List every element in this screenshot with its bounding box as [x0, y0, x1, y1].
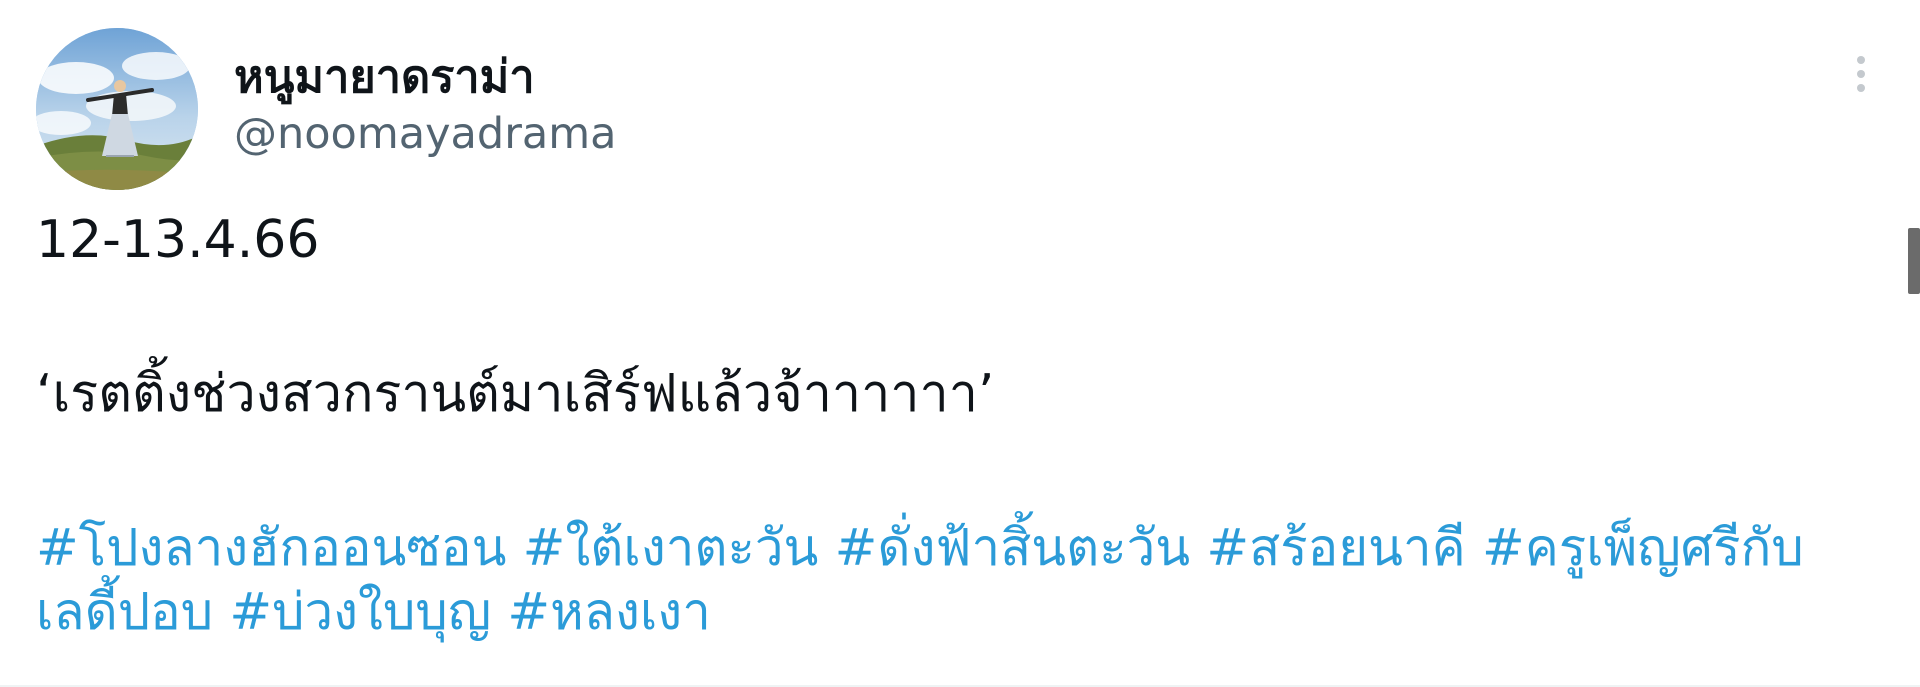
- avatar-image: [36, 28, 198, 190]
- author-handle[interactable]: @noomayadrama: [234, 106, 616, 162]
- hashtag-link[interactable]: #สร้อยนาคี: [1206, 519, 1465, 578]
- hashtag-link[interactable]: #บ่วงใบบุญ: [229, 583, 491, 642]
- hashtag-link[interactable]: #ใต้เงาตะวัน: [523, 519, 819, 578]
- tweet-text: 12-13.4.66 ‘เรตติ้งช่วงสวกรานต์มาเสิร์ฟแ…: [36, 208, 1886, 645]
- avatar[interactable]: [36, 28, 198, 190]
- hashtag-link-wrapped-end[interactable]: เลดี้ปอบ: [36, 583, 213, 642]
- tweet-headline: ‘เรตติ้งช่วงสวกรานต์มาเสิร์ฟแล้วจ้าาาาาา…: [36, 364, 995, 424]
- hashtag-list: #โปงลางฮักออนซอน #ใต้เงาตะวัน #ดั่งฟ้าสิ…: [36, 517, 1886, 645]
- scrollbar-thumb[interactable]: [1908, 228, 1920, 294]
- hashtag-link[interactable]: #โปงลางฮักออนซอน: [36, 519, 506, 578]
- more-vertical-icon: [1857, 56, 1865, 92]
- more-options-button[interactable]: [1844, 52, 1878, 100]
- hashtag-link[interactable]: #หลงเงา: [507, 583, 710, 642]
- hashtag-link[interactable]: #ดั่งฟ้าสิ้นตะวัน: [835, 519, 1191, 578]
- hashtag-line-1: #โปงลางฮักออนซอน #ใต้เงาตะวัน #ดั่งฟ้าสิ…: [36, 517, 1886, 581]
- hashtag-link-wrapped-start[interactable]: #ครูเพ็ญศรีกับ: [1482, 519, 1804, 578]
- hashtag-line-2: เลดี้ปอบ #บ่วงใบบุญ #หลงเงา: [36, 581, 1886, 645]
- tweet: หนูมายาดราม่า @noomayadrama 12-13.4.66 ‘…: [0, 0, 1920, 687]
- author-display-name[interactable]: หนูมายาดราม่า: [234, 48, 535, 106]
- tweet-date-line: 12-13.4.66: [36, 210, 320, 270]
